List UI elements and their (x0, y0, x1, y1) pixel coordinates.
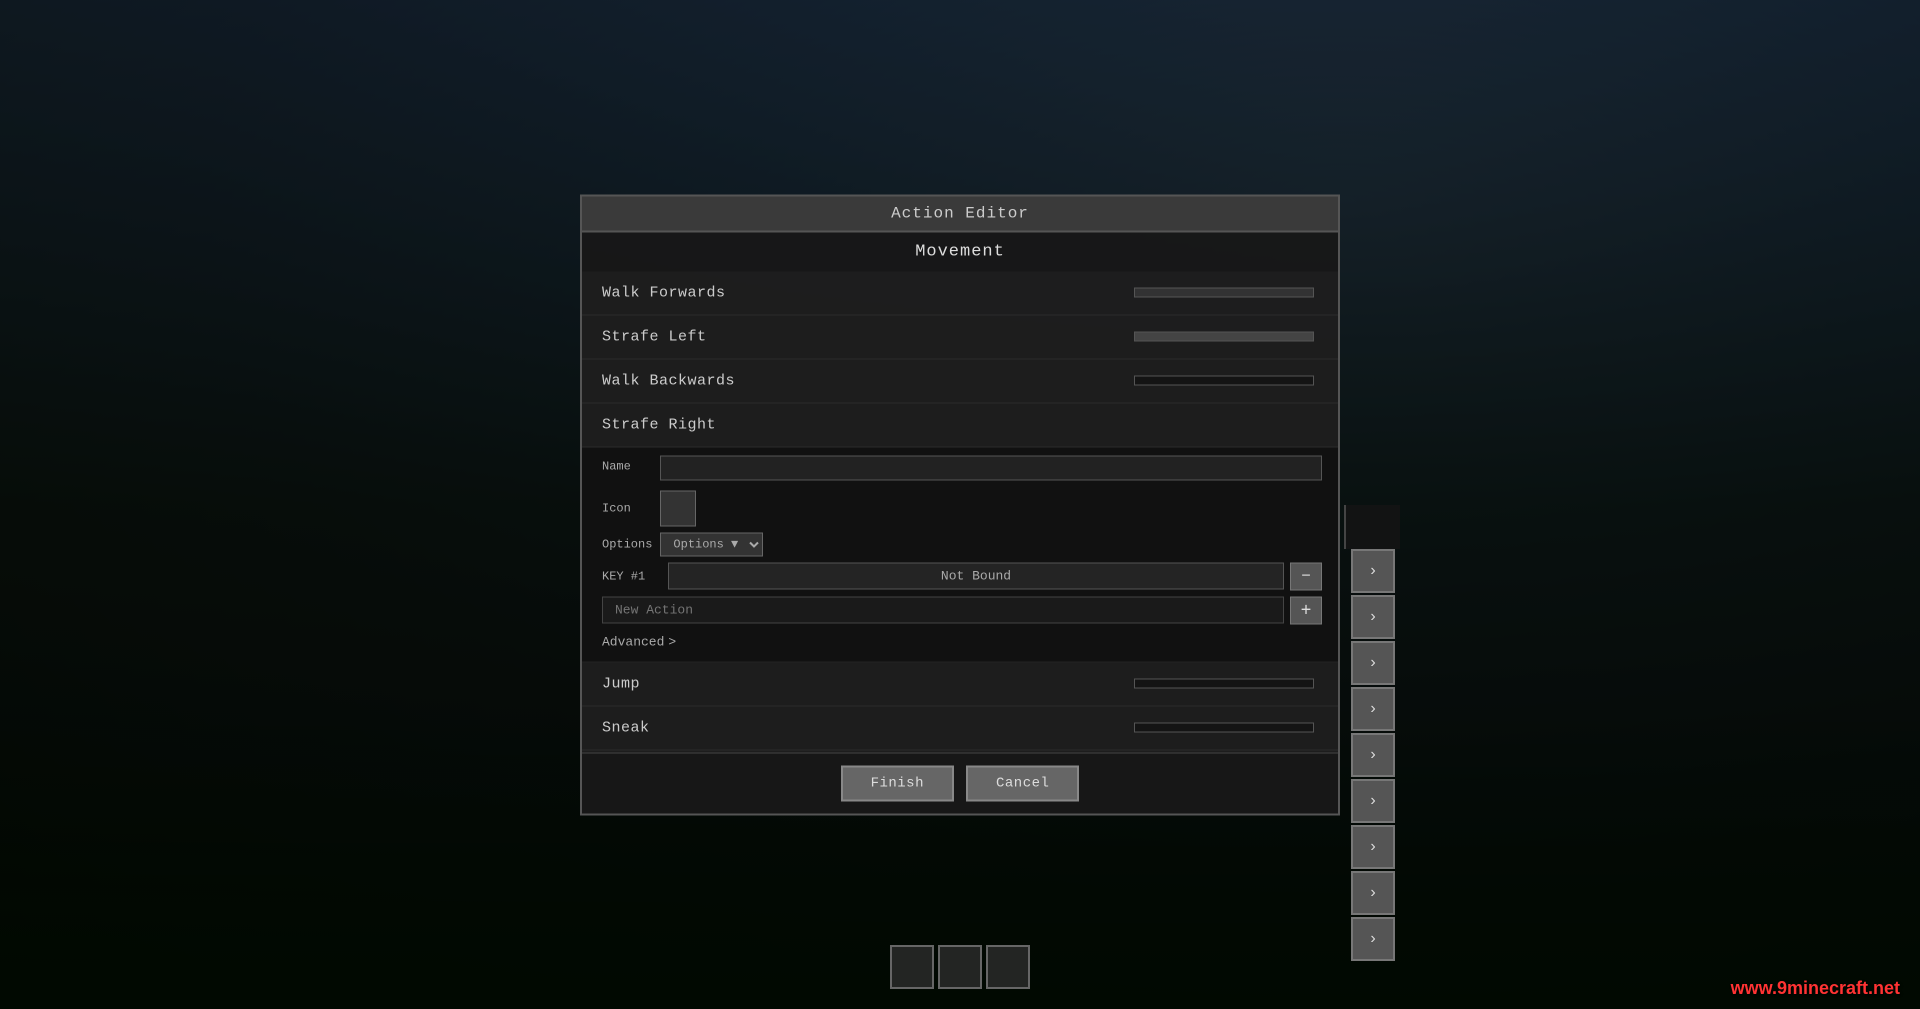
expanded-inner: Name Icon Options Options ▼ (602, 455, 1322, 653)
binding-row: KEY #1 Not Bound − (602, 562, 1322, 590)
plus-button[interactable]: + (1290, 596, 1322, 624)
hotbar-slot-2[interactable] (938, 945, 982, 989)
right-arrow-btn-4[interactable]: › (1351, 687, 1395, 731)
icon-box[interactable] (660, 490, 696, 526)
keybind-key-walk-forwards[interactable] (1134, 288, 1314, 298)
right-arrows-panel: › › › › › › › › › (1344, 505, 1400, 549)
icon-label: Icon (602, 501, 652, 515)
dialog-footer: Finish Cancel (582, 752, 1338, 813)
options-dropdown[interactable]: Options ▼ (660, 532, 763, 556)
keybind-row-strafe-right: Strafe Right (582, 403, 1338, 447)
advanced-row: Advanced > (602, 630, 1322, 653)
minus-button[interactable]: − (1290, 562, 1322, 590)
keybind-name-walk-backwards: Walk Backwards (602, 372, 1134, 389)
icon-row: Icon (602, 490, 1322, 526)
keybind-name-jump: Jump (602, 675, 1134, 692)
new-action-row: + (602, 596, 1322, 624)
keybind-key-walk-backwards[interactable] (1134, 376, 1314, 386)
keybind-row-strafe-left: Strafe Left (582, 315, 1338, 359)
keybind-key-sneak[interactable] (1134, 723, 1314, 733)
right-arrow-btn-9[interactable]: › (1351, 917, 1395, 961)
section-header-movement: Movement (582, 232, 1338, 271)
options-row: Options Options ▼ (602, 532, 1322, 556)
right-arrow-btn-2[interactable]: › (1351, 595, 1395, 639)
right-arrow-btn-5[interactable]: › (1351, 733, 1395, 777)
name-label: Name (602, 460, 652, 474)
expanded-section: Name Icon Options Options ▼ (582, 447, 1338, 662)
name-row: Name (602, 455, 1322, 480)
keybind-row-jump: Jump (582, 662, 1338, 706)
options-label: Options (602, 537, 652, 551)
keybind-key-jump[interactable] (1134, 679, 1314, 689)
dialog-title: Action Editor (891, 204, 1029, 222)
right-arrow-btn-7[interactable]: › (1351, 825, 1395, 869)
finish-button[interactable]: Finish (841, 765, 954, 801)
name-input[interactable] (660, 455, 1322, 480)
dialog-title-bar: Action Editor (582, 196, 1338, 232)
right-arrow-btn-8[interactable]: › (1351, 871, 1395, 915)
watermark: www.9minecraft.net (1731, 978, 1900, 999)
hotbar-slot-3[interactable] (986, 945, 1030, 989)
hotbar-slot-1[interactable] (890, 945, 934, 989)
keybind-name-walk-forwards: Walk Forwards (602, 284, 1134, 301)
keybind-row-walk-forwards: Walk Forwards (582, 271, 1338, 315)
right-arrow-btn-1[interactable]: › (1351, 549, 1395, 593)
advanced-link[interactable]: Advanced > (602, 630, 676, 653)
keybind-name-strafe-right: Strafe Right (602, 416, 1322, 433)
keybind-row-sneak: Sneak (582, 706, 1338, 750)
dialog-body: Movement Walk Forwards Strafe Left Walk … (582, 232, 1338, 752)
new-action-input[interactable] (602, 597, 1284, 624)
key-label: KEY #1 (602, 569, 662, 583)
cancel-button[interactable]: Cancel (966, 765, 1079, 801)
hotbar (890, 945, 1030, 989)
not-bound-button[interactable]: Not Bound (668, 563, 1284, 590)
keybind-name-strafe-left: Strafe Left (602, 328, 1134, 345)
keybind-name-sneak: Sneak (602, 719, 1134, 736)
right-arrow-btn-6[interactable]: › (1351, 779, 1395, 823)
action-editor-dialog: Action Editor Movement Walk Forwards Str… (580, 194, 1340, 815)
keybind-key-strafe-left[interactable] (1134, 332, 1314, 342)
right-arrow-btn-3[interactable]: › (1351, 641, 1395, 685)
advanced-arrow-icon: > (668, 634, 676, 649)
keybind-row-walk-backwards: Walk Backwards (582, 359, 1338, 403)
